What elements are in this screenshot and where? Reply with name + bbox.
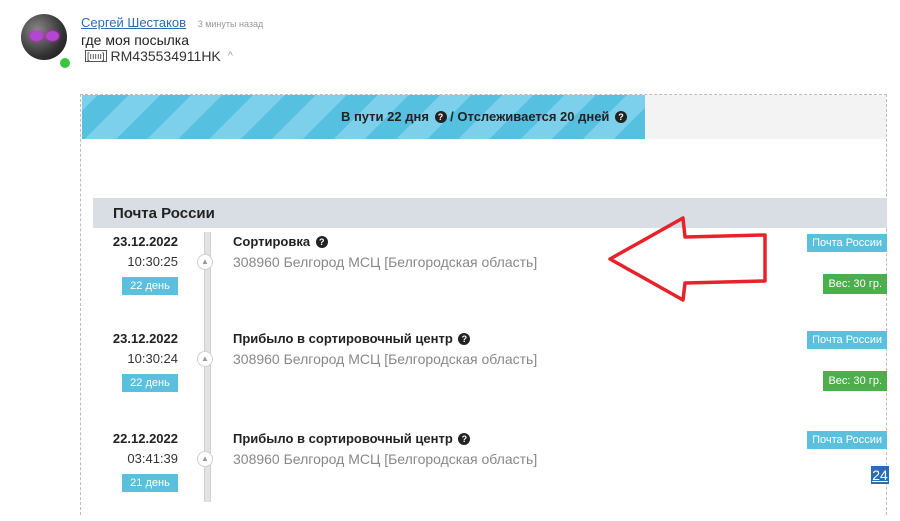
carrier-tag: Почта России xyxy=(807,331,887,349)
avatar-eye-left xyxy=(30,31,43,41)
weight-badge: Вес: 30 гр. xyxy=(823,371,887,391)
event-title: Прибыло в сортировочный центр ? xyxy=(233,331,471,346)
author-link[interactable]: Сергей Шестаков xyxy=(81,15,186,30)
event-date: 22.12.2022 xyxy=(112,431,178,446)
help-icon[interactable]: ? xyxy=(315,236,328,248)
help-icon[interactable]: ? xyxy=(458,433,471,445)
online-status-icon xyxy=(58,56,72,70)
post-message: где моя посылка xyxy=(81,32,190,48)
weight-badge: Вес: 30 гр. xyxy=(823,274,887,294)
timeline-up-icon[interactable]: ▲ xyxy=(197,451,213,467)
tracking-number-row[interactable]: [ııııı] RM435534911HK ^ xyxy=(85,48,233,64)
tracking-event: 23.12.2022 10:30:24 22 день ▲ Прибыло в … xyxy=(93,331,887,421)
annotation-arrow-icon xyxy=(608,216,767,302)
status-tracked: Отслеживается 20 дней xyxy=(457,109,610,124)
post-timestamp: 3 минуты назад xyxy=(197,19,264,29)
help-icon[interactable]: ? xyxy=(434,111,447,123)
collapse-caret-icon[interactable]: ^ xyxy=(228,50,233,62)
event-day-badge: 22 день xyxy=(122,277,178,295)
event-time: 03:41:39 xyxy=(127,451,178,466)
event-day-badge: 21 день xyxy=(122,474,178,492)
help-icon[interactable]: ? xyxy=(615,111,628,123)
tracking-progress-label: В пути 22 дня ? / Отслеживается 20 дней … xyxy=(82,95,886,139)
avatar-eye-right xyxy=(46,31,59,41)
event-address: 308960 Белгород МСЦ [Белгородская област… xyxy=(233,451,538,467)
page-number-badge[interactable]: 24 xyxy=(871,466,889,484)
carrier-tag: Почта России xyxy=(807,234,887,252)
post-header: Сергей Шестаков 3 минуты назад xyxy=(81,15,263,30)
event-address: 308960 Белгород МСЦ [Белгородская област… xyxy=(233,254,538,270)
event-day-badge: 22 день xyxy=(122,374,178,392)
event-address: 308960 Белгород МСЦ [Белгородская област… xyxy=(233,351,538,367)
event-title: Сортировка ? xyxy=(233,234,328,249)
tracking-event: 22.12.2022 03:41:39 21 день ▲ Прибыло в … xyxy=(93,431,887,521)
event-date: 23.12.2022 xyxy=(112,234,178,249)
timeline-up-icon[interactable]: ▲ xyxy=(197,351,213,367)
barcode-icon: [ııııı] xyxy=(85,50,107,62)
tracking-number[interactable]: RM435534911HK xyxy=(111,48,221,64)
status-separator: / xyxy=(446,109,458,124)
avatar[interactable] xyxy=(21,14,67,60)
event-time: 10:30:24 xyxy=(127,351,178,366)
timeline-up-icon[interactable]: ▲ xyxy=(197,254,213,270)
event-title: Прибыло в сортировочный центр ? xyxy=(233,431,471,446)
event-date: 23.12.2022 xyxy=(112,331,178,346)
carrier-tag: Почта России xyxy=(807,431,887,449)
annotation-arrow-shape xyxy=(608,216,767,302)
help-icon[interactable]: ? xyxy=(458,333,471,345)
status-in-transit: В пути 22 дня xyxy=(340,109,429,124)
event-time: 10:30:25 xyxy=(127,254,178,269)
